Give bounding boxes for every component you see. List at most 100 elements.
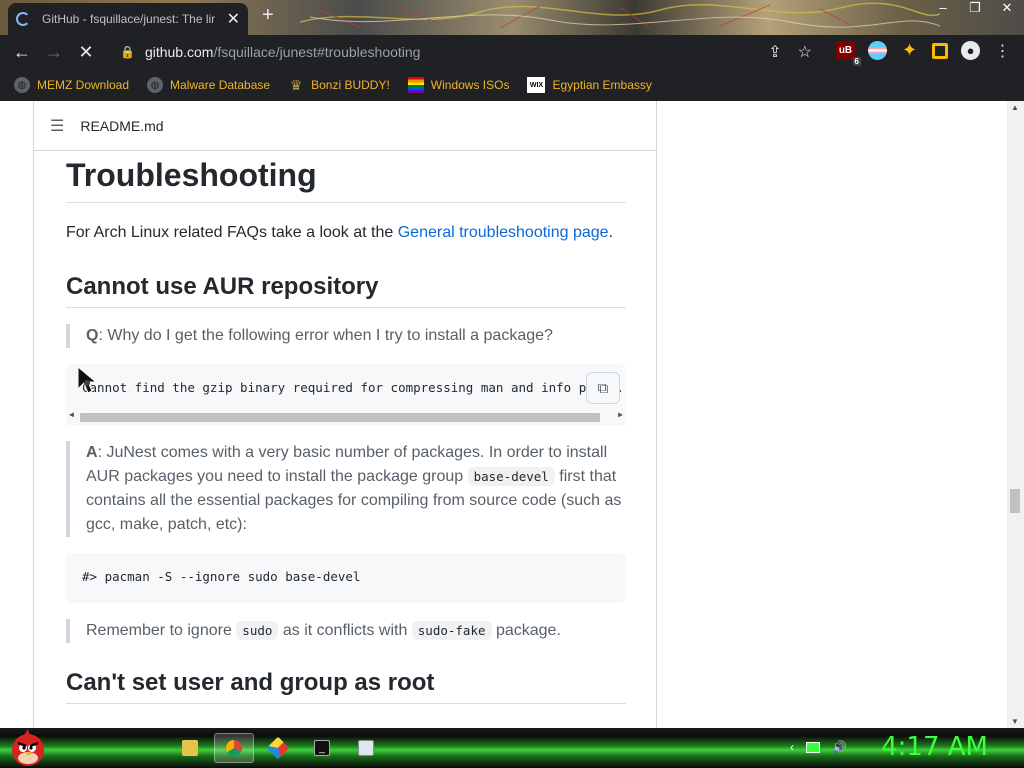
tab-title: GitHub - fsquillace/junest: The lir <box>41 12 216 26</box>
url-host: github.com <box>144 44 214 60</box>
close-window-icon[interactable]: ✕ <box>996 0 1018 16</box>
error-code-text: Cannot find the gzip binary required for… <box>82 380 624 395</box>
angry-bird-start-icon[interactable] <box>6 728 48 768</box>
flag-extension-icon[interactable] <box>868 41 887 60</box>
network-icon[interactable] <box>806 741 820 753</box>
taskbar-chrome[interactable] <box>214 733 254 763</box>
stop-loading-icon[interactable]: ✕ <box>70 36 102 68</box>
bookmark-windows-isos[interactable]: Windows ISOs <box>407 77 510 93</box>
ublock-label: uB <box>838 45 853 56</box>
extensions-area: uB 6 ✦ ● ⋮ <box>836 40 1012 66</box>
lock-icon[interactable]: 🔒 <box>120 45 135 59</box>
bookmark-label: Malware Database <box>170 78 271 92</box>
heading-cant-set-user-root: Can't set user and group as root <box>66 669 626 704</box>
pacman-code-block: #> pacman -S --ignore sudo base-devel <box>66 553 626 603</box>
back-arrow-icon[interactable]: ← <box>6 36 38 68</box>
remember-text: Remember to ignore <box>86 622 237 639</box>
page-viewport: ☰ README.md Troubleshooting For Arch Lin… <box>0 101 1024 728</box>
scroll-down-icon[interactable]: ▼ <box>1011 717 1019 726</box>
answer-label: A <box>86 444 98 461</box>
tray-overflow-icon[interactable]: ‹ <box>790 740 794 754</box>
system-tray: ‹ 🔊 <box>790 740 847 754</box>
heading-troubleshooting: Troubleshooting <box>66 151 626 203</box>
pacman-command: #> pacman -S --ignore sudo base-devel <box>82 569 361 584</box>
close-tab-icon[interactable]: ✕ <box>227 9 240 29</box>
share-icon[interactable]: ⇪ <box>768 42 781 62</box>
theme-background <box>300 2 940 31</box>
inline-code-sudo: sudo <box>236 621 279 640</box>
forward-arrow-icon[interactable]: → <box>38 36 70 68</box>
volume-icon[interactable]: 🔊 <box>832 740 847 754</box>
chrome-icon <box>226 740 242 756</box>
bookmark-egyptian-embassy[interactable]: WIX Egyptian Embassy <box>527 77 652 93</box>
readme-filename: README.md <box>80 117 164 134</box>
tab-strip: GitHub - fsquillace/junest: The lir ✕ + … <box>0 0 1024 35</box>
side-panel-icon[interactable] <box>932 42 948 59</box>
question-blockquote: Q: Why do I get the following error when… <box>66 324 626 348</box>
bookmark-bonzi[interactable]: ♛ Bonzi BUDDY! <box>288 77 390 93</box>
inline-code-base-devel: base-devel <box>467 467 555 486</box>
new-tab-button[interactable]: + <box>262 4 274 27</box>
bookmarks-bar: ◍ MEMZ Download ◍ Malware Database ♛ Bon… <box>0 69 1024 101</box>
remember-blockquote: Remember to ignore sudo as it conflicts … <box>66 619 626 643</box>
wix-icon: WIX <box>527 77 546 93</box>
error-code-block: Cannot find the gzip binary required for… <box>66 364 626 425</box>
bookmark-malware-db[interactable]: ◍ Malware Database <box>147 77 270 93</box>
intro-paragraph: For Arch Linux related FAQs take a look … <box>66 221 626 245</box>
browser-tab-active[interactable]: GitHub - fsquillace/junest: The lir ✕ <box>8 3 248 35</box>
blocked-count-badge: 6 <box>852 57 861 66</box>
answer-blockquote: A: JuNest comes with a very basic number… <box>66 441 626 537</box>
window-controls: – ❐ ✕ <box>932 0 1018 16</box>
taskbar-apps: _ <box>170 733 386 763</box>
taskbar-app5[interactable] <box>346 733 386 763</box>
restore-icon[interactable]: ❐ <box>964 0 986 16</box>
readme-header: ☰ README.md <box>34 101 656 151</box>
taskbar-cmd[interactable]: _ <box>302 733 342 763</box>
bookmark-label: Windows ISOs <box>430 78 510 92</box>
browser-menu-icon[interactable]: ⋮ <box>993 41 1012 60</box>
scroll-left-icon[interactable]: ◀ <box>69 410 74 419</box>
inline-code-sudo-fake: sudo-fake <box>411 621 492 640</box>
ublock-origin-icon[interactable]: uB 6 <box>836 41 861 66</box>
taskbar-app3[interactable] <box>258 733 298 763</box>
table-of-contents-icon[interactable]: ☰ <box>50 116 64 136</box>
general-troubleshooting-link[interactable]: General troubleshooting page <box>398 224 609 241</box>
page-scrollbar-thumb[interactable] <box>1010 489 1020 513</box>
scroll-up-icon[interactable]: ▲ <box>1011 103 1019 112</box>
intro-text: For Arch Linux related FAQs take a look … <box>66 224 398 241</box>
page-vertical-scrollbar[interactable]: ▲ ▼ <box>1007 101 1024 728</box>
globe-icon: ◍ <box>14 77 30 93</box>
folder-icon <box>182 740 198 756</box>
intro-suffix: . <box>608 224 614 241</box>
bookmark-label: MEMZ Download <box>37 78 130 92</box>
mouse-cursor-icon <box>77 365 98 394</box>
copy-icon[interactable]: ⧉ <box>586 372 620 404</box>
taskbar-explorer[interactable] <box>170 733 210 763</box>
extensions-puzzle-icon[interactable]: ✦ <box>900 40 919 60</box>
scroll-right-icon[interactable]: ▶ <box>618 410 623 419</box>
taskbar-clock[interactable]: 4:17 AM <box>881 732 988 762</box>
url-path: /fsquillace/junest#troubleshooting <box>213 44 421 60</box>
bonzi-icon: ♛ <box>289 76 303 93</box>
readme-panel: ☰ README.md Troubleshooting For Arch Lin… <box>33 101 657 728</box>
minimize-icon[interactable]: – <box>932 0 954 16</box>
remember-text-2: as it conflicts with <box>278 622 412 639</box>
question-text: : Why do I get the following error when … <box>98 327 553 344</box>
command-prompt-icon: _ <box>314 740 330 756</box>
profile-avatar-icon[interactable]: ● <box>961 41 980 60</box>
bookmark-label: Egyptian Embassy <box>552 78 652 92</box>
remember-text-3: package. <box>491 622 561 639</box>
heading-cannot-use-aur: Cannot use AUR repository <box>66 273 626 308</box>
horizontal-scrollbar[interactable]: ◀ ▶ <box>66 409 626 425</box>
globe-icon: ◍ <box>147 77 164 93</box>
taskbar: _ ‹ 🔊 4:17 AM <box>0 728 1024 768</box>
bookmark-label: Bonzi BUDDY! <box>311 78 390 92</box>
address-bar[interactable]: 🔒 github.com/fsquillace/junest#troublesh… <box>108 38 822 66</box>
rainbow-flag-icon <box>407 77 424 93</box>
colorful-app-icon <box>266 736 290 760</box>
question-label: Q <box>86 327 99 344</box>
scrollbar-thumb[interactable] <box>80 413 600 422</box>
bookmark-star-icon[interactable]: ☆ <box>798 42 812 62</box>
readme-content: Troubleshooting For Arch Linux related F… <box>66 151 626 704</box>
bookmark-memz[interactable]: ◍ MEMZ Download <box>14 77 129 93</box>
